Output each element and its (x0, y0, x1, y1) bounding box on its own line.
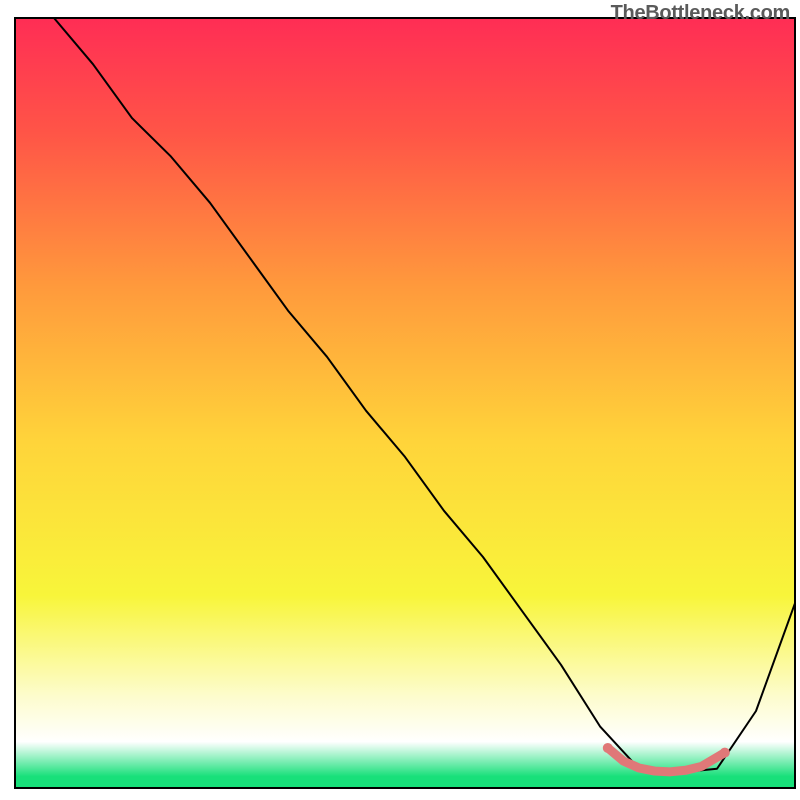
optimal-range-endpoint (603, 743, 613, 753)
bottleneck-chart (0, 0, 800, 800)
chart-container: TheBottleneck.com (0, 0, 800, 800)
watermark-text: TheBottleneck.com (611, 2, 790, 25)
gradient-background (15, 18, 795, 788)
optimal-range-endpoint (720, 748, 730, 758)
